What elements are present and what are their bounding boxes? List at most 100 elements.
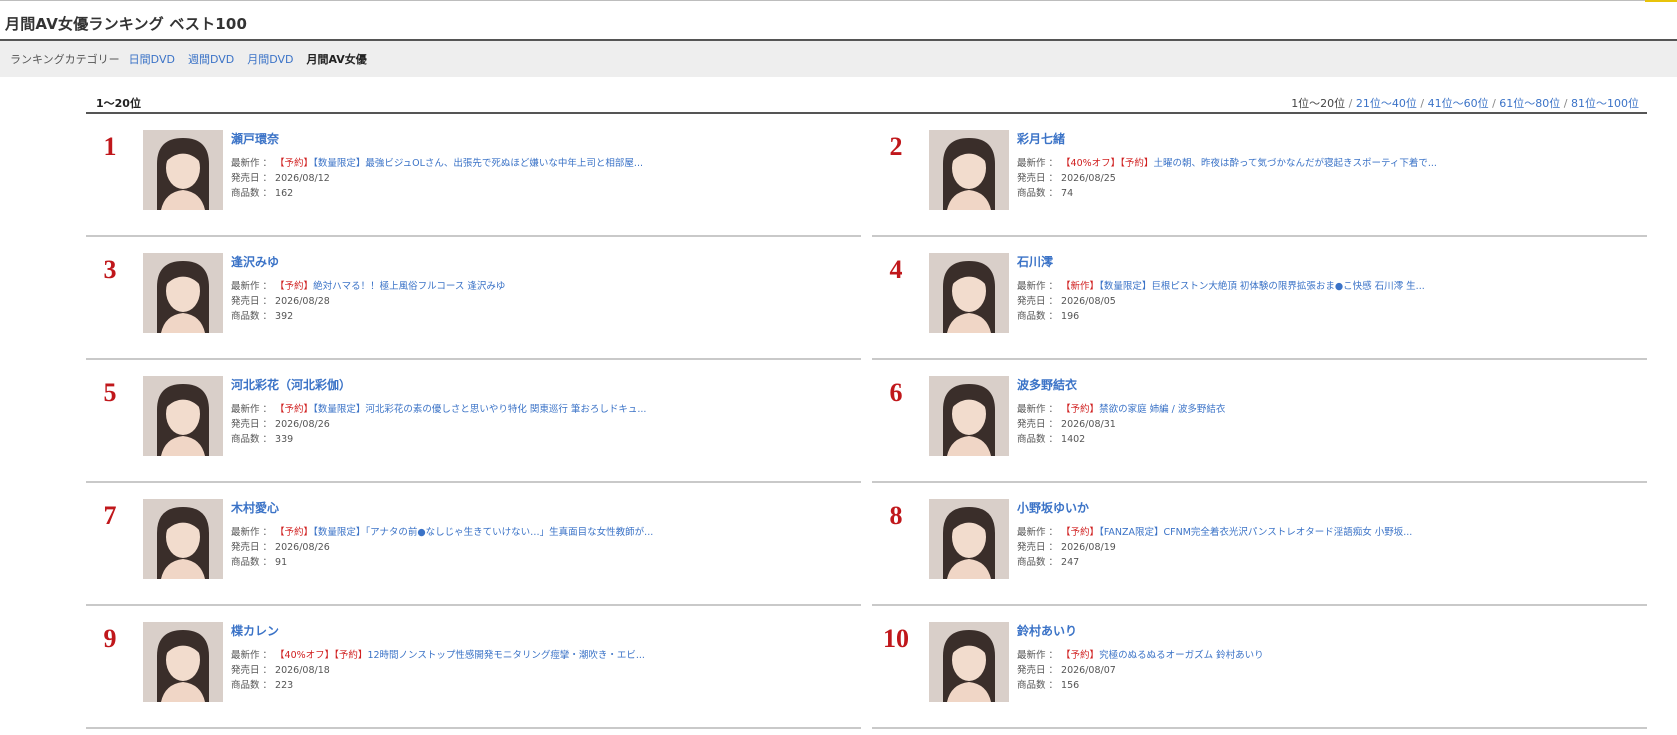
product-count: 156	[1061, 680, 1080, 691]
latest-row: 最新作 ： 【予約】【FANZA限定】CFNM完全着衣光沢パンストレオタード淫語…	[1017, 525, 1643, 540]
latest-title-link[interactable]: 河北彩花の素の優しさと思いやり特化 関東巡行 筆おろしドキュ...	[365, 404, 646, 415]
latest-label: 最新作 ：	[1017, 650, 1062, 661]
count-row: 商品数 ： 156	[1017, 678, 1643, 693]
badge-tag-link[interactable]: 【数量限定】	[313, 404, 365, 415]
page-title: 月間AV女優ランキング ベスト100	[5, 15, 248, 33]
actress-name-link[interactable]: 鈴村あいり	[1017, 622, 1643, 638]
latest-title-link[interactable]: CFNM完全着衣光沢パンストレオタード淫語痴女 小野坂...	[1164, 527, 1413, 538]
rank-number: 8	[889, 501, 903, 530]
release-label: 発売日 ：	[231, 542, 276, 553]
product-count: 223	[275, 680, 294, 691]
product-count: 339	[275, 434, 294, 445]
latest-title-link[interactable]: 最強ビジュOLさん、出張先で死ぬほど嫌いな中年上司と相部屋...	[365, 158, 643, 169]
release-row: 発売日 ： 2026/08/19	[1017, 540, 1643, 555]
ranking-entry: 6 波多野結衣 最新作 ： 【予約】禁欲の家庭 姉編 / 波多野結衣 発売日 ：…	[872, 360, 1647, 483]
latest-title-link[interactable]: 12時間ノンストップ性感開発モニタリング痙攣・潮吹き・エビ...	[367, 650, 644, 661]
actress-name-link[interactable]: 石川澪	[1017, 253, 1643, 269]
release-date: 2026/08/25	[1061, 173, 1116, 184]
count-row: 商品数 ： 196	[1017, 309, 1643, 324]
range-separator: /	[1560, 97, 1571, 110]
tag-group: 【予約】【数量限定】	[275, 404, 365, 415]
range-link-41-60[interactable]: 41位〜60位	[1428, 97, 1489, 110]
release-date: 2026/08/19	[1061, 542, 1116, 553]
latest-row: 最新作 ： 【予約】【数量限定】「アナタの前●なしじゃ生きていけない…」生真面目…	[231, 525, 857, 540]
category-link-monthly-dvd[interactable]: 月間DVD	[247, 51, 293, 67]
actress-photo[interactable]	[143, 253, 223, 333]
top-border	[0, 0, 1677, 1]
release-row: 発売日 ： 2026/08/07	[1017, 663, 1643, 678]
portrait-placeholder-icon	[143, 622, 223, 702]
actress-name-link[interactable]: 小野坂ゆいか	[1017, 499, 1643, 515]
badge-tag-link[interactable]: 【数量限定】	[1099, 281, 1151, 292]
entry-info: 瀬戸環奈 最新作 ： 【予約】【数量限定】最強ビジュOLさん、出張先で死ぬほど嫌…	[231, 130, 857, 201]
ranking-entry: 9 楪カレン 最新作 ： 【40%オフ】【予約】12時間ノンストップ性感開発モニ…	[86, 606, 861, 729]
actress-name-link[interactable]: 逢沢みゆ	[231, 253, 857, 269]
latest-label: 最新作 ：	[231, 527, 276, 538]
entry-info: 河北彩花（河北彩伽） 最新作 ： 【予約】【数量限定】河北彩花の素の優しさと思い…	[231, 376, 857, 447]
badge-tag: 【予約】	[1061, 527, 1100, 538]
tag-group: 【予約】	[275, 281, 313, 292]
count-row: 商品数 ： 162	[231, 186, 857, 201]
actress-name-link[interactable]: 彩月七緒	[1017, 130, 1643, 146]
actress-name-link[interactable]: 瀬戸環奈	[231, 130, 857, 146]
tag-group: 【40%オフ】【予約】	[275, 650, 367, 661]
badge-tag-link[interactable]: 【数量限定】	[313, 527, 365, 538]
release-date: 2026/08/12	[275, 173, 330, 184]
actress-name-link[interactable]: 木村愛心	[231, 499, 857, 515]
actress-photo[interactable]	[929, 499, 1009, 579]
range-bar: 1〜20位 1位〜20位 / 21位〜40位 / 41位〜60位 / 61位〜8…	[86, 93, 1647, 113]
badge-tag: 【40%オフ】	[275, 650, 335, 661]
latest-label: 最新作 ：	[231, 281, 276, 292]
latest-label: 最新作 ：	[1017, 281, 1062, 292]
product-count: 392	[275, 311, 294, 322]
latest-title-link[interactable]: 究極のぬるぬるオーガズム 鈴村あいり	[1099, 650, 1264, 661]
ranking-entry: 7 木村愛心 最新作 ： 【予約】【数量限定】「アナタの前●なしじゃ生きていけな…	[86, 483, 861, 606]
latest-title-link[interactable]: 禁欲の家庭 姉編 / 波多野結衣	[1099, 404, 1225, 415]
count-label: 商品数 ：	[1017, 557, 1062, 568]
latest-title-link[interactable]: 「アナタの前●なしじゃ生きていけない…」生真面目な女性教師が...	[365, 527, 653, 538]
latest-title-link[interactable]: 絶対ハマる！！極上風俗フルコース 逢沢みゆ	[313, 281, 505, 292]
actress-photo[interactable]	[143, 622, 223, 702]
count-label: 商品数 ：	[1017, 434, 1062, 445]
count-label: 商品数 ：	[231, 188, 276, 199]
range-link-81-100[interactable]: 81位〜100位	[1571, 97, 1639, 110]
release-row: 発売日 ： 2026/08/26	[231, 417, 857, 432]
ranking-entry: 4 石川澪 最新作 ： 【新作】【数量限定】巨根ピストン大絶頂 初体験の限界拡張…	[872, 237, 1647, 360]
portrait-placeholder-icon	[929, 130, 1009, 210]
badge-tag-link[interactable]: 【数量限定】	[313, 158, 365, 169]
actress-name-link[interactable]: 河北彩花（河北彩伽）	[231, 376, 857, 392]
rank-number: 5	[103, 378, 117, 407]
ranking-entry: 10 鈴村あいり 最新作 ： 【予約】究極のぬるぬるオーガズム 鈴村あいり 発売…	[872, 606, 1647, 729]
actress-photo[interactable]	[143, 499, 223, 579]
ranking-entry: 5 河北彩花（河北彩伽） 最新作 ： 【予約】【数量限定】河北彩花の素の優しさと…	[86, 360, 861, 483]
tag-group: 【40%オフ】【予約】	[1061, 158, 1153, 169]
release-row: 発売日 ： 2026/08/05	[1017, 294, 1643, 309]
actress-name-link[interactable]: 楪カレン	[231, 622, 857, 638]
badge-tag-link[interactable]: 【FANZA限定】	[1099, 527, 1163, 538]
actress-photo[interactable]	[929, 376, 1009, 456]
portrait-placeholder-icon	[929, 622, 1009, 702]
latest-title-link[interactable]: 土曜の朝、昨夜は酔って気づかなんだが寝起きスポーティ下着で...	[1153, 158, 1437, 169]
category-link-daily-dvd[interactable]: 日間DVD	[129, 51, 175, 67]
range-link-21-40[interactable]: 21位〜40位	[1356, 97, 1417, 110]
range-link-61-80[interactable]: 61位〜80位	[1499, 97, 1560, 110]
release-date: 2026/08/26	[275, 542, 330, 553]
actress-photo[interactable]	[143, 130, 223, 210]
actress-photo[interactable]	[929, 622, 1009, 702]
latest-title-link[interactable]: 巨根ピストン大絶頂 初体験の限界拡張おま●こ快感 石川澪 生...	[1151, 281, 1424, 292]
count-row: 商品数 ： 392	[231, 309, 857, 324]
entry-info: 鈴村あいり 最新作 ： 【予約】究極のぬるぬるオーガズム 鈴村あいり 発売日 ：…	[1017, 622, 1643, 693]
portrait-placeholder-icon	[143, 253, 223, 333]
count-label: 商品数 ：	[231, 680, 276, 691]
actress-photo[interactable]	[929, 253, 1009, 333]
actress-name-link[interactable]: 波多野結衣	[1017, 376, 1643, 392]
category-link-weekly-dvd[interactable]: 週間DVD	[188, 51, 234, 67]
actress-photo[interactable]	[143, 376, 223, 456]
tag-group: 【予約】	[1061, 650, 1099, 661]
range-current-label: 1〜20位	[96, 97, 141, 110]
badge-tag: 【予約】	[275, 404, 314, 415]
product-count: 91	[275, 557, 288, 568]
count-label: 商品数 ：	[231, 311, 276, 322]
actress-photo[interactable]	[929, 130, 1009, 210]
badge-tag: 【予約】	[275, 158, 314, 169]
